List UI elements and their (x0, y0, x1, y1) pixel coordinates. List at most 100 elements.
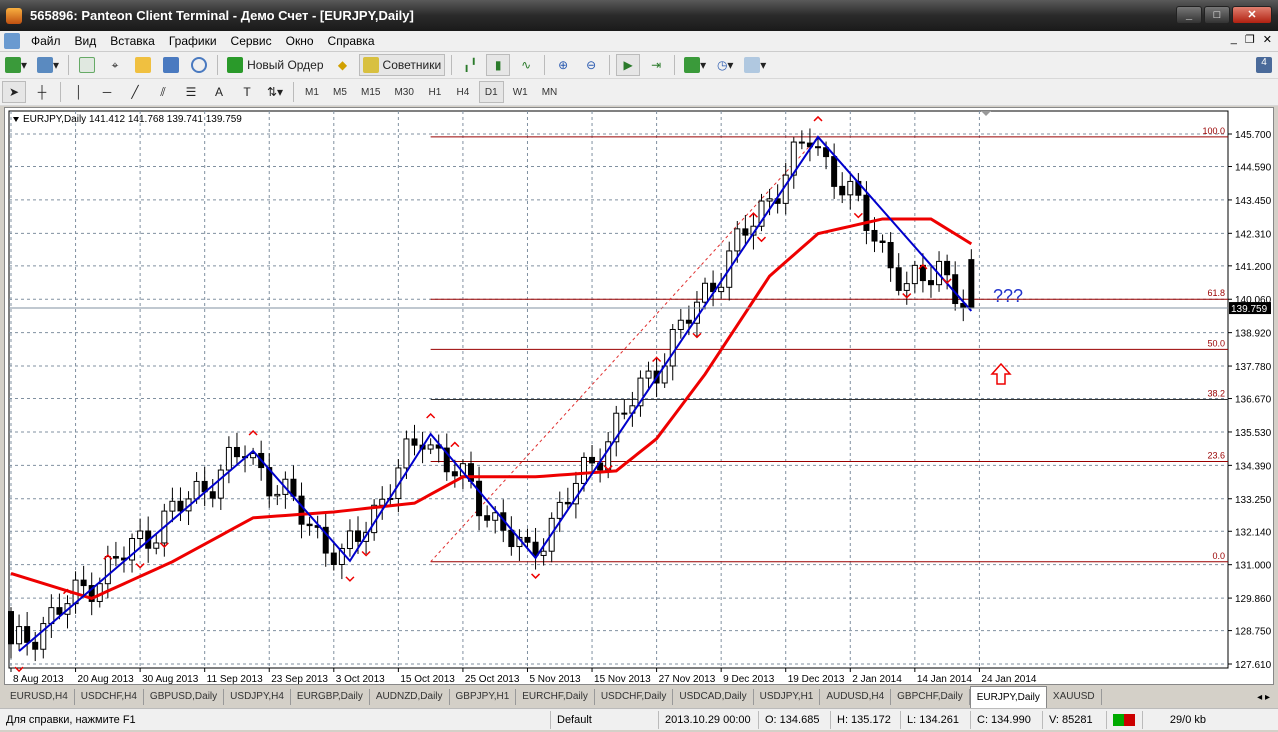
timeframe-mn[interactable]: MN (537, 81, 563, 103)
menu-window[interactable]: Окно (279, 34, 321, 48)
chart-tab[interactable]: EURGBP,Daily (291, 689, 370, 705)
y-tick-label: 141.200 (1235, 262, 1272, 273)
arrows-tool[interactable]: ⇅▾ (263, 81, 287, 103)
profiles-button[interactable]: ▾ (34, 54, 62, 76)
data-window-button[interactable]: ⌖ (103, 54, 127, 76)
x-tick-label: 25 Oct 2013 (465, 674, 520, 684)
navigator-button[interactable] (131, 54, 155, 76)
market-watch-button[interactable] (75, 54, 99, 76)
text-label-tool[interactable]: T (235, 81, 259, 103)
chart-tab[interactable]: EURUSD,H4 (4, 689, 75, 705)
new-chart-button[interactable]: ▾ (2, 54, 30, 76)
price-chart[interactable]: 145.700144.590143.450142.310141.200140.0… (5, 108, 1273, 684)
chart-shift-icon: ⇥ (651, 58, 662, 72)
timeframe-h1[interactable]: H1 (423, 81, 447, 103)
templates-button[interactable]: ▾ (741, 54, 769, 76)
candle-bull (734, 228, 741, 252)
chart-tab[interactable]: AUDUSD,H4 (820, 689, 892, 705)
bar-chart-button[interactable]: ╻╹ (458, 54, 482, 76)
chart-tab[interactable]: USDCHF,Daily (595, 689, 674, 705)
chart-tab[interactable]: USDCHF,H4 (75, 689, 144, 705)
y-tick-label: 129.860 (1235, 594, 1272, 605)
strategy-tester-button[interactable] (187, 54, 211, 76)
chart-tab[interactable]: USDJPY,H4 (224, 689, 291, 705)
chart-tab[interactable]: AUDNZD,Daily (370, 689, 450, 705)
text-tool[interactable]: A (207, 81, 231, 103)
menu-view[interactable]: Вид (68, 34, 104, 48)
market-watch-icon (79, 57, 96, 73)
candle-bear (839, 185, 846, 196)
equidistant-channel-tool[interactable]: ⫽ (151, 81, 175, 103)
chart-shift-button[interactable]: ⇥ (644, 54, 668, 76)
x-tick-label: 3 Oct 2013 (336, 674, 385, 684)
indicators-button[interactable]: ▾ (681, 54, 709, 76)
zoom-in-button[interactable]: ⊕ (551, 54, 575, 76)
fib-level-label: 50.0 (1207, 338, 1225, 348)
mdi-minimize-button[interactable]: _ (1231, 33, 1237, 46)
mdi-restore-button[interactable]: ❐ (1245, 33, 1255, 46)
candle-bear (177, 500, 184, 512)
periods-button[interactable]: ◷ ▾ (713, 54, 737, 76)
x-tick-label: 27 Nov 2013 (659, 674, 716, 684)
notifications-button[interactable]: 4 (1252, 54, 1276, 76)
new-order-button[interactable]: Новый Ордер (224, 54, 326, 76)
candle-bull (379, 498, 386, 506)
menu-help[interactable]: Справка (321, 34, 382, 48)
menu-file[interactable]: Файл (24, 34, 68, 48)
timeframe-w1[interactable]: W1 (508, 81, 533, 103)
x-tick-label: 8 Aug 2013 (13, 674, 64, 684)
candle-bear (944, 260, 951, 276)
menu-charts[interactable]: Графики (162, 34, 224, 48)
x-tick-label: 30 Aug 2013 (142, 674, 199, 684)
crosshair-tool[interactable]: ┼ (30, 81, 54, 103)
horizontal-line-tool[interactable]: ─ (95, 81, 119, 103)
zoom-out-button[interactable]: ⊖ (579, 54, 603, 76)
chart-tab[interactable]: GBPJPY,H1 (450, 689, 517, 705)
traffic-counter: 29/0 kb (1142, 710, 1212, 729)
x-tick-label: 11 Sep 2013 (207, 674, 263, 684)
chart-window[interactable]: 145.700 144.590 143.450 142.310 141.200 140.0… (4, 107, 1274, 685)
menu-insert[interactable]: Вставка (103, 34, 162, 48)
minimize-button[interactable]: _ (1176, 6, 1202, 24)
candle-bear (685, 319, 692, 324)
crosshair-icon: ⌖ (111, 57, 119, 72)
mdi-close-button[interactable]: ✕ (1263, 33, 1272, 46)
line-chart-button[interactable]: ∿ (514, 54, 538, 76)
fibonacci-tool[interactable]: ☰ (179, 81, 203, 103)
trendline-tool[interactable]: ╱ (123, 81, 147, 103)
chart-tab[interactable]: XAUUSD (1047, 689, 1102, 705)
bar-volume: V: 85281 (1042, 710, 1106, 729)
timeframe-d1[interactable]: D1 (478, 81, 504, 103)
menu-tools[interactable]: Сервис (224, 34, 279, 48)
candle-bull (580, 456, 587, 484)
candle-bear (831, 156, 838, 187)
maximize-button[interactable]: □ (1204, 6, 1230, 24)
chart-tab[interactable]: EURJPY,Daily (969, 686, 1047, 708)
clock-icon: ◷ (716, 58, 728, 72)
tab-scroll-arrows[interactable]: ◂ ▸ (1253, 692, 1274, 703)
timeframe-m5[interactable]: M5 (328, 81, 352, 103)
candle-bear (451, 471, 458, 477)
candle-chart-button[interactable]: ▮ (486, 54, 511, 76)
text-icon: A (214, 85, 223, 99)
chart-tab[interactable]: USDJPY,H1 (754, 689, 821, 705)
vertical-line-icon: │ (75, 85, 83, 99)
chart-tab[interactable]: USDCAD,Daily (673, 689, 754, 705)
vertical-line-tool[interactable]: │ (67, 81, 91, 103)
autoscroll-button[interactable]: ▶ (616, 54, 641, 76)
timeframe-h4[interactable]: H4 (451, 81, 475, 103)
timeframe-m1[interactable]: M1 (300, 81, 324, 103)
chart-tab[interactable]: GBPCHF,Daily (891, 689, 970, 705)
experts-button[interactable]: Советники (358, 54, 446, 76)
chart-tabs: EURUSD,H4 USDCHF,H4 GBPUSD,Daily USDJPY,H4 E… (4, 686, 1274, 708)
candle-bear (815, 146, 821, 149)
timeframe-m30[interactable]: M30 (389, 81, 418, 103)
alert-button[interactable]: ◆ (331, 54, 355, 76)
chart-tab[interactable]: EURCHF,Daily (516, 689, 595, 705)
timeframe-m15[interactable]: M15 (356, 81, 385, 103)
new-order-label: Новый Ордер (247, 58, 324, 72)
close-button[interactable]: ✕ (1232, 6, 1272, 24)
cursor-tool[interactable]: ➤ (2, 81, 26, 103)
terminal-button[interactable] (159, 54, 183, 76)
chart-tab[interactable]: GBPUSD,Daily (144, 689, 225, 705)
